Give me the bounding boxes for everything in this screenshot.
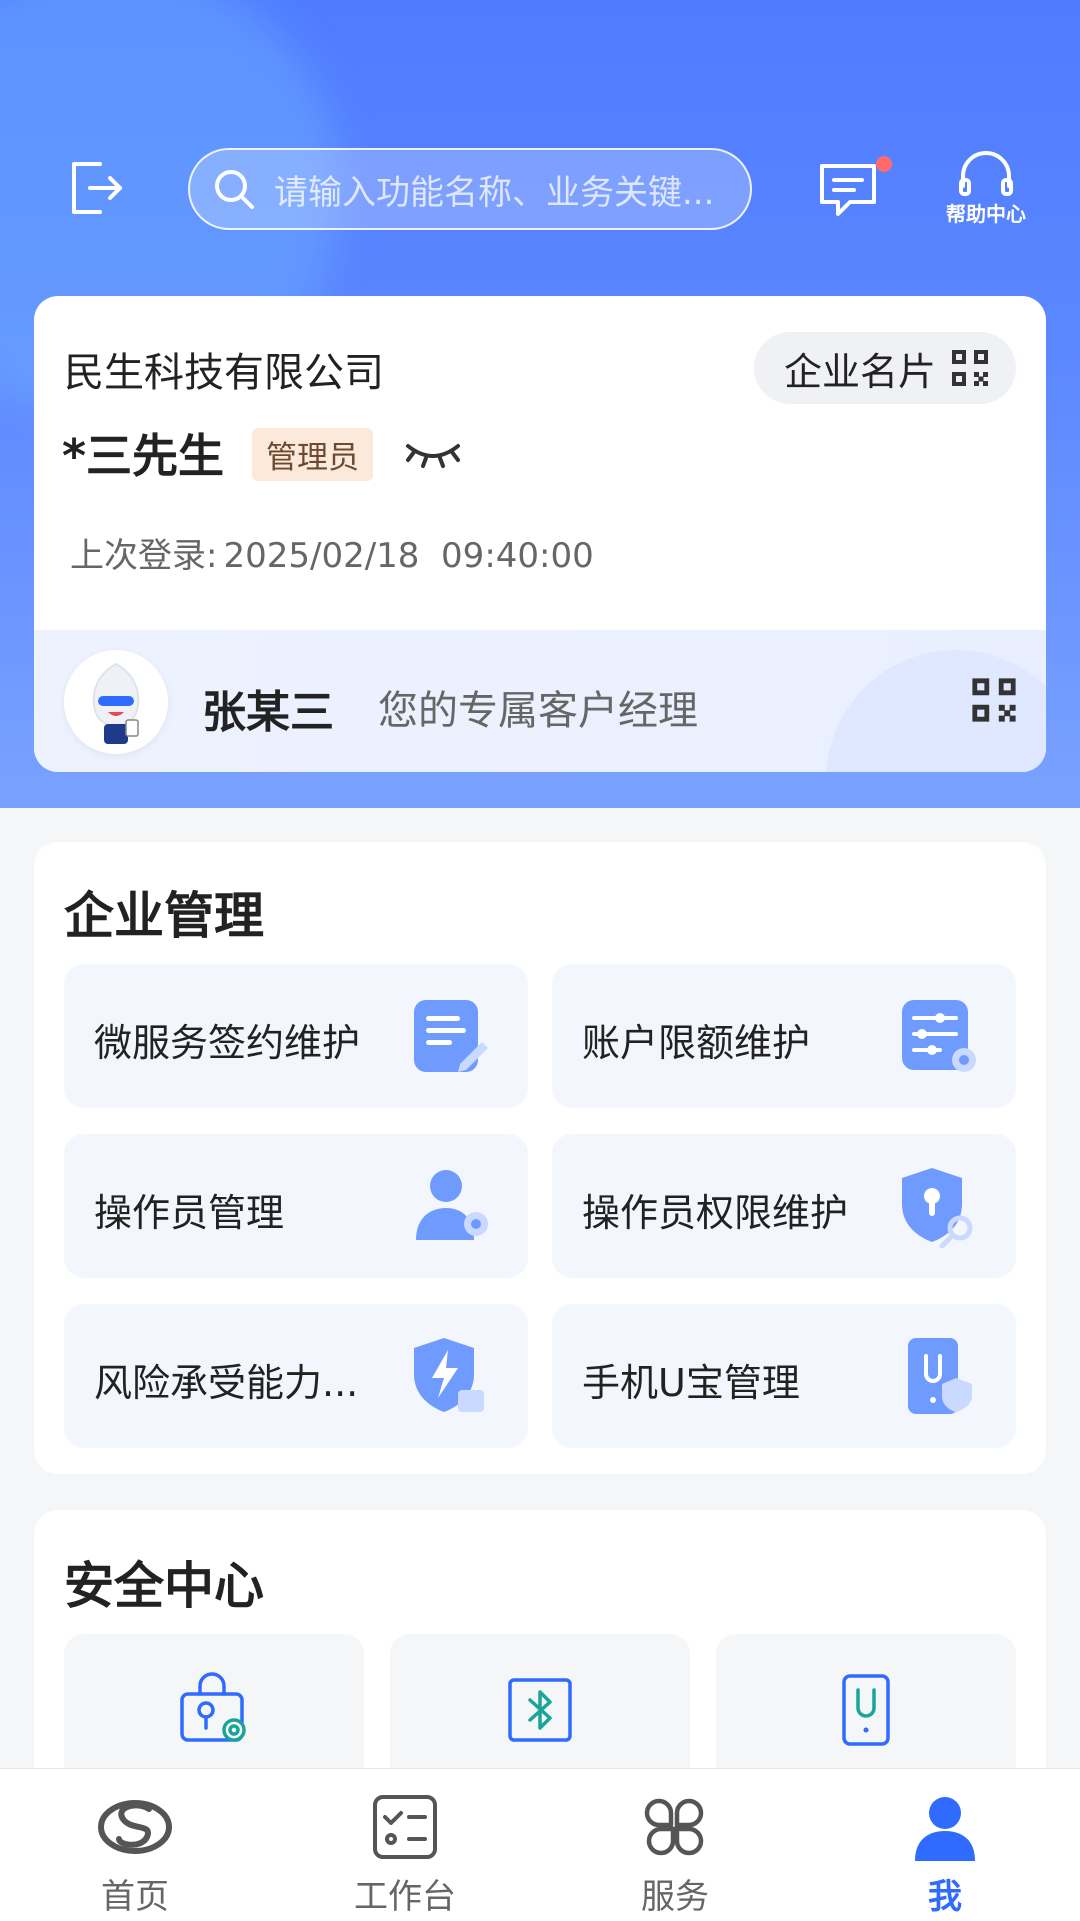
person-icon [915, 1797, 975, 1861]
company-name: 民生科技有限公司 [64, 350, 384, 396]
last-login-label: 上次登录: [70, 536, 218, 576]
user-name: *三先生 [62, 429, 225, 483]
bluetooth-icon [508, 1678, 572, 1742]
checklist-icon [373, 1795, 437, 1859]
nav-me[interactable]: 我 [810, 1769, 1080, 1921]
search-placeholder: 请输入功能名称、业务关键... [274, 172, 715, 213]
shield-key-icon [902, 1168, 973, 1248]
qr-code-icon [952, 350, 988, 386]
tile-microservice-signing[interactable]: 微服务签约维护 [64, 964, 528, 1108]
tile-operator-permission[interactable]: 操作员权限维护 [552, 1134, 1016, 1278]
logout-icon[interactable] [64, 156, 128, 220]
nav-services[interactable]: 服务 [540, 1769, 810, 1921]
user-settings-icon [416, 1170, 488, 1240]
nav-label: 工作台 [354, 1877, 456, 1917]
services-grid-icon [644, 1798, 704, 1856]
role-badge: 管理员 [252, 428, 373, 481]
bottom-navigation: 首页 工作台 服务 我 [0, 1768, 1080, 1921]
phone-u-icon [842, 1674, 890, 1746]
phone-ukey-icon [908, 1338, 972, 1414]
search-icon [215, 170, 254, 209]
last-login: 上次登录: 2025/02/18 09:40:00 [64, 528, 594, 577]
document-edit-icon [414, 1000, 488, 1072]
manager-qr-code-icon[interactable] [970, 676, 1018, 724]
business-card-button[interactable]: 企业名片 [753, 332, 1016, 404]
nav-label: 首页 [101, 1877, 169, 1917]
account-manager-bar[interactable]: 张某三 您的专属客户经理 [34, 630, 1046, 772]
profile-card: 民生科技有限公司 企业名片 *三先生 管理员 上次登录: 2025/02/18 0… [34, 296, 1046, 772]
tile-label: 操作员管理 [94, 1191, 285, 1235]
tile-risk-tolerance[interactable]: 风险承受能力... [64, 1304, 528, 1448]
manager-name: 张某三 [202, 687, 334, 738]
nav-label: 我 [928, 1877, 962, 1917]
tile-phone-ukey[interactable]: 手机U宝管理 [552, 1304, 1016, 1448]
nav-workbench[interactable]: 工作台 [270, 1769, 540, 1921]
tile-account-limit[interactable]: 账户限额维护 [552, 964, 1016, 1108]
help-center-label: 帮助中心 [946, 202, 1026, 226]
eye-closed-icon[interactable] [404, 432, 462, 472]
section-title: 安全中心 [64, 1557, 264, 1615]
avatar [64, 650, 168, 754]
tile-label: 手机U宝管理 [582, 1361, 800, 1405]
last-login-value: 2025/02/18 09:40:00 [223, 536, 594, 576]
tile-operator-management[interactable]: 操作员管理 [64, 1134, 528, 1278]
lock-location-settings-icon [180, 1672, 246, 1742]
headset-icon [959, 151, 1013, 196]
nav-label: 服务 [641, 1877, 709, 1917]
sliders-settings-icon [902, 1000, 976, 1072]
help-center-button[interactable]: 帮助中心 [938, 150, 1034, 230]
enterprise-management-section: 企业管理 微服务签约维护 账户限额维护 操作员管理 操作员权限维护 风险承受能力… [34, 842, 1046, 1474]
message-icon[interactable] [816, 160, 880, 220]
shield-lightning-icon [414, 1338, 484, 1412]
search-input[interactable]: 请输入功能名称、业务关键... [188, 148, 752, 230]
business-card-label: 企业名片 [783, 349, 936, 394]
tile-label: 操作员权限维护 [582, 1191, 849, 1235]
manager-description: 您的专属客户经理 [378, 688, 698, 734]
nav-home[interactable]: 首页 [0, 1769, 270, 1921]
home-logo-icon [98, 1800, 172, 1854]
tile-label: 风险承受能力... [94, 1361, 359, 1405]
tile-label: 微服务签约维护 [94, 1021, 361, 1065]
section-title: 企业管理 [64, 887, 264, 945]
security-center-section: 安全中心 [34, 1510, 1046, 1810]
notification-dot [876, 156, 892, 172]
tile-label: 账户限额维护 [582, 1021, 811, 1065]
